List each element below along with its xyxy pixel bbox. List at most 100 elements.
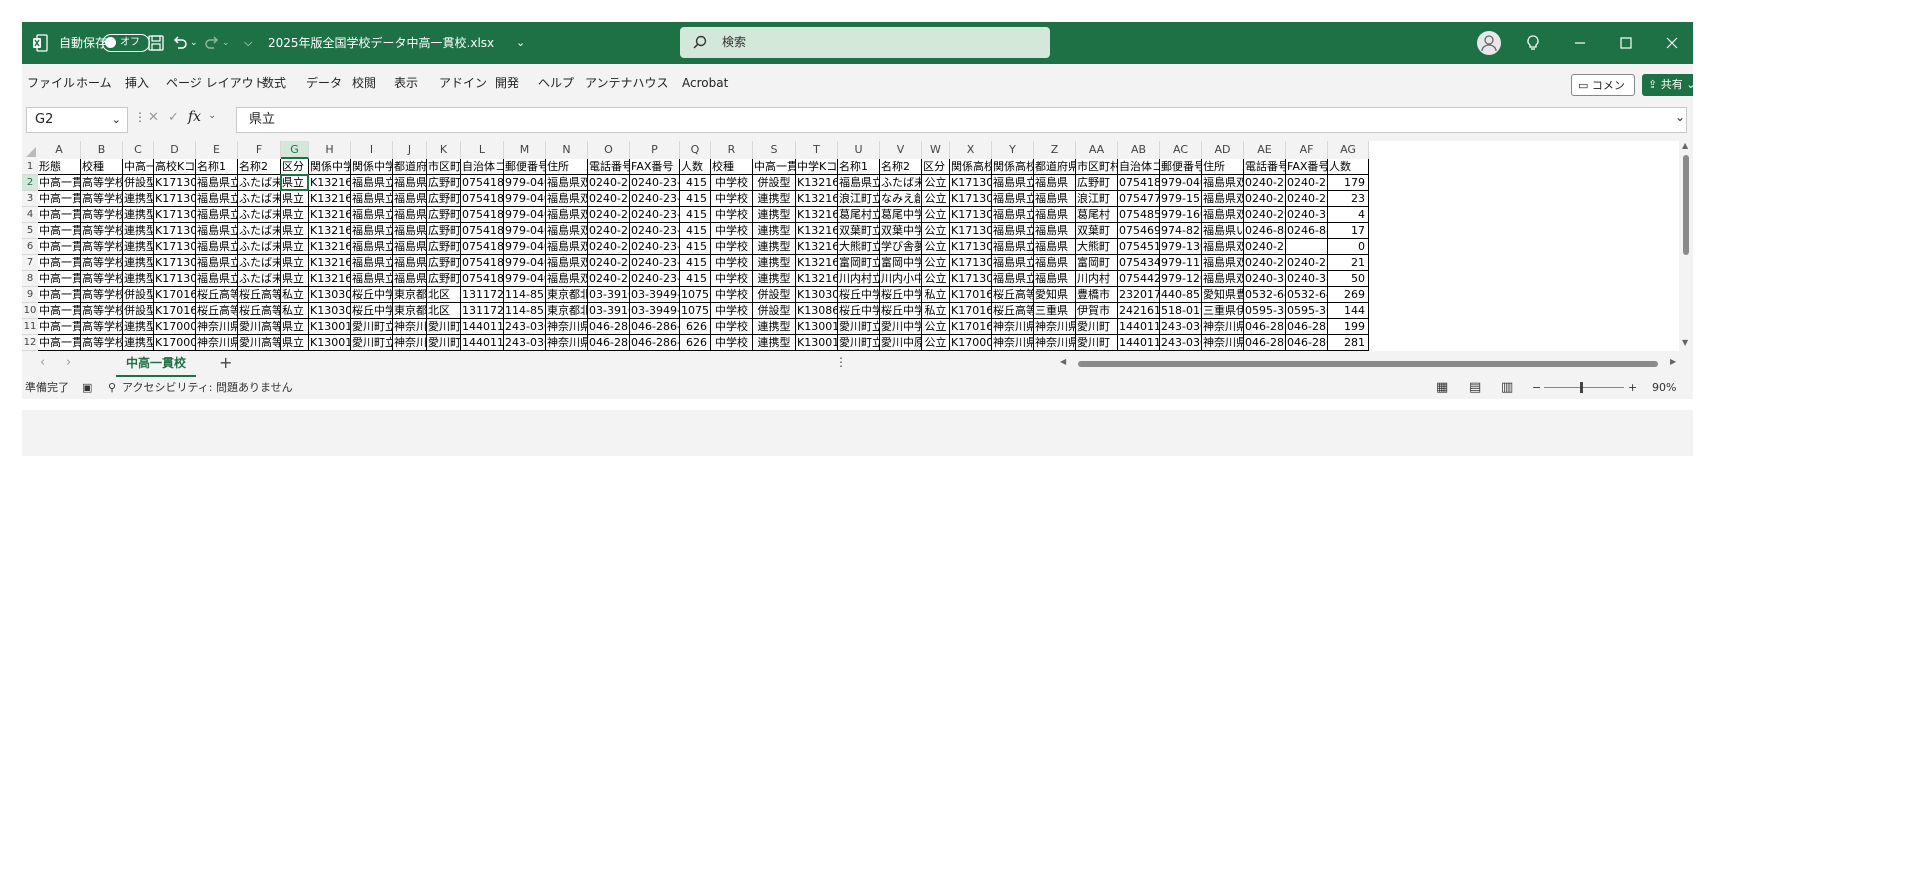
row-header[interactable]: 5 xyxy=(22,223,38,239)
table-cell[interactable]: 中高一貫 xyxy=(38,239,81,255)
header-cell[interactable]: 関係高校 xyxy=(992,159,1034,175)
table-cell[interactable]: 愛知県豊 xyxy=(1202,287,1244,303)
table-cell[interactable]: 979-040 xyxy=(504,207,546,223)
table-cell[interactable]: K170165 xyxy=(154,303,196,319)
table-cell[interactable]: 桜丘高等 xyxy=(238,303,281,319)
column-header[interactable]: AB xyxy=(1118,141,1160,159)
table-cell[interactable]: 0240-22 xyxy=(1244,255,1286,271)
header-cell[interactable]: FAX番号 xyxy=(630,159,680,175)
chevron-down-icon[interactable]: ⌄ xyxy=(112,108,121,132)
enter-icon[interactable]: ✓ xyxy=(168,110,179,125)
table-cell[interactable]: 046-286 xyxy=(1244,335,1286,351)
table-cell[interactable]: K130304 xyxy=(309,287,351,303)
column-header[interactable]: D xyxy=(154,141,196,159)
table-cell[interactable]: 福島県双 xyxy=(546,255,588,271)
table-cell[interactable]: 高等学校 xyxy=(81,175,123,191)
row-header[interactable]: 12 xyxy=(22,335,38,351)
more-options-icon[interactable]: ⋮ xyxy=(835,355,847,369)
chevron-down-icon[interactable]: ⌄ xyxy=(208,110,216,121)
table-cell[interactable]: 川内村 xyxy=(1076,271,1118,287)
menu-addins[interactable]: アドイン xyxy=(439,64,487,102)
table-cell[interactable]: 連携型 xyxy=(753,191,796,207)
table-cell[interactable]: 県立 xyxy=(281,223,309,239)
table-cell[interactable]: K171300 xyxy=(154,223,196,239)
table-cell[interactable]: 中学校 xyxy=(711,303,753,319)
table-cell[interactable]: 0240-22 xyxy=(1286,255,1328,271)
header-cell[interactable]: 電話番号 xyxy=(1244,159,1286,175)
table-cell[interactable]: 県立 xyxy=(281,207,309,223)
table-cell[interactable]: 福島県 xyxy=(393,255,427,271)
column-header[interactable]: O xyxy=(588,141,630,159)
zoom-out-button[interactable]: − xyxy=(1532,377,1541,399)
table-cell[interactable]: 公立 xyxy=(922,175,950,191)
table-cell[interactable]: 福島県立 xyxy=(196,271,238,287)
table-cell[interactable]: 中学校 xyxy=(711,223,753,239)
page-layout-view-icon[interactable]: ▤ xyxy=(1469,377,1481,399)
table-cell[interactable]: 046-286 xyxy=(588,335,630,351)
table-cell[interactable]: 0246-88 xyxy=(1244,223,1286,239)
table-cell[interactable]: ふたば未 xyxy=(238,239,281,255)
table-cell[interactable]: 富岡中学 xyxy=(880,255,922,271)
table-cell[interactable]: 福島県双 xyxy=(546,191,588,207)
table-cell[interactable]: 高等学校 xyxy=(81,191,123,207)
scroll-down-icon[interactable]: ▼ xyxy=(1682,338,1688,347)
table-cell[interactable]: K132167 xyxy=(796,271,838,287)
table-cell[interactable]: 広野町 xyxy=(427,175,461,191)
table-cell[interactable]: 075442 xyxy=(1118,271,1160,287)
table-cell[interactable]: 福島県立 xyxy=(351,175,393,191)
horizontal-scrollbar[interactable]: ◀ ▶ xyxy=(1058,351,1686,377)
next-sheet-icon[interactable]: › xyxy=(66,355,71,370)
table-cell[interactable]: 福島県立 xyxy=(196,207,238,223)
table-cell[interactable]: 桜丘高等 xyxy=(196,303,238,319)
column-header[interactable]: I xyxy=(351,141,393,159)
table-cell[interactable]: 学び舎夢 xyxy=(880,239,922,255)
table-cell[interactable]: K132162 xyxy=(796,191,838,207)
column-header[interactable]: P xyxy=(630,141,680,159)
table-cell[interactable]: K132162 xyxy=(309,255,351,271)
comment-button[interactable]: ▭ コメント xyxy=(1571,74,1635,114)
header-cell[interactable]: 人数 xyxy=(1328,159,1369,175)
table-cell[interactable]: 0240-23- xyxy=(630,239,680,255)
name-box[interactable]: G2 ⌄ xyxy=(26,107,128,133)
table-cell[interactable]: 243-030 xyxy=(1160,335,1202,351)
expand-formula-bar-icon[interactable]: ⌄ xyxy=(1675,110,1685,124)
header-cell[interactable]: 住所 xyxy=(1202,159,1244,175)
table-cell[interactable]: 愛川高等 xyxy=(238,335,281,351)
sheet-tab-active[interactable]: 中高一貫校 xyxy=(116,351,197,377)
table-cell[interactable]: K132162 xyxy=(309,223,351,239)
table-cell[interactable]: 広野町 xyxy=(427,271,461,287)
table-cell[interactable]: 415 xyxy=(680,207,711,223)
column-header[interactable]: V xyxy=(880,141,922,159)
table-cell[interactable]: 広野町 xyxy=(1076,175,1118,191)
table-cell[interactable]: 415 xyxy=(680,191,711,207)
table-cell[interactable]: 愛川中学 xyxy=(880,319,922,335)
table-cell[interactable]: 神奈川県 xyxy=(1202,319,1244,335)
table-cell[interactable]: ふたば未 xyxy=(238,191,281,207)
menu-home[interactable]: ホーム xyxy=(76,64,112,102)
table-cell[interactable]: 979-040 xyxy=(504,255,546,271)
table-cell[interactable]: 葛尾中学 xyxy=(880,207,922,223)
column-header[interactable]: AE xyxy=(1244,141,1286,159)
accessibility-status[interactable]: アクセシビリティ: 問題ありません xyxy=(122,377,293,399)
table-cell[interactable]: 広野町 xyxy=(427,207,461,223)
autosave-toggle[interactable]: オフ xyxy=(102,34,150,52)
table-cell[interactable]: 979-151 xyxy=(1160,191,1202,207)
header-cell[interactable]: 関係中学 xyxy=(351,159,393,175)
table-cell[interactable]: 公立 xyxy=(922,223,950,239)
zoom-slider[interactable] xyxy=(1544,382,1624,393)
header-cell[interactable]: 校種 xyxy=(711,159,753,175)
table-cell[interactable]: 075451 xyxy=(1118,239,1160,255)
header-cell[interactable]: 住所 xyxy=(546,159,588,175)
menu-review[interactable]: 校閲 xyxy=(352,64,376,102)
table-cell[interactable]: 連携型 xyxy=(123,319,154,335)
table-cell[interactable]: K170165 xyxy=(154,287,196,303)
table-cell[interactable]: 県立 xyxy=(281,175,309,191)
formula-input[interactable]: 県立 xyxy=(236,107,1687,133)
table-cell[interactable]: 高等学校 xyxy=(81,303,123,319)
table-cell[interactable]: 神奈川県 xyxy=(546,319,588,335)
column-header[interactable]: J xyxy=(393,141,427,159)
table-cell[interactable]: 福島県い xyxy=(1202,223,1244,239)
table-cell[interactable]: 中学校 xyxy=(711,239,753,255)
table-cell[interactable]: 0240-23- xyxy=(630,271,680,287)
table-cell[interactable]: 桜丘中学 xyxy=(838,303,880,319)
